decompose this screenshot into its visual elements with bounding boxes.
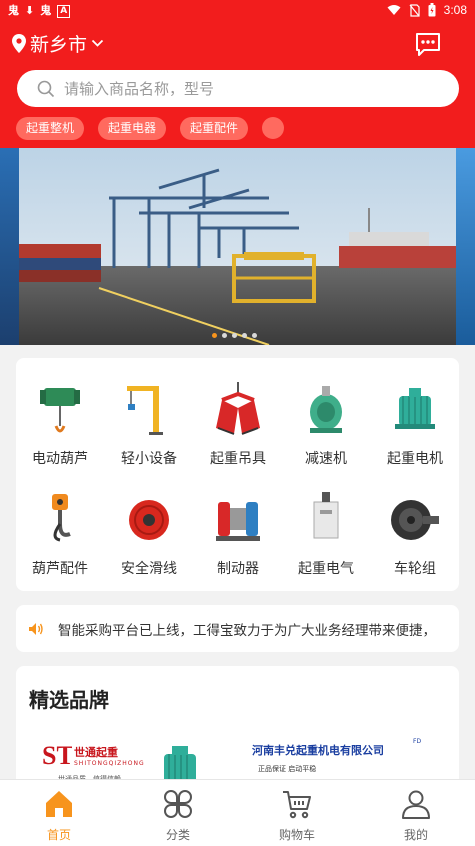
carousel-dot-active[interactable] (212, 333, 217, 338)
tag-more[interactable] (262, 117, 285, 139)
electrical-box-icon (313, 492, 339, 539)
category-lifting-tools[interactable]: 起重吊具 (194, 378, 282, 468)
tab-label: 首页 (46, 828, 71, 842)
app-header: 鬼 ⬇ 鬼 A 3:08 新乡市 请输入商品名称，型号 起重整机 起重电器 起重… (0, 0, 475, 148)
banner-image-port-cranes (19, 148, 456, 345)
banner-prev-slide (0, 148, 19, 345)
search-icon (37, 80, 55, 97)
announcement-bar[interactable]: 智能采购平台已上线，工得宝致力于为广大业务经理带来便捷， (16, 605, 459, 652)
reducer-icon (310, 386, 342, 433)
motor-icon (395, 388, 435, 429)
tab-label: 分类 (165, 828, 190, 842)
banner-carousel[interactable] (0, 148, 475, 345)
jib-crane-icon (127, 386, 163, 435)
brand-slogan: 正品保证 启动平稳 (258, 765, 317, 773)
section-title: 精选品牌 (29, 688, 109, 712)
location-label: 新乡市 (30, 34, 88, 56)
brake-icon (216, 502, 260, 541)
category-brake[interactable]: 制动器 (194, 488, 282, 578)
hook-icon (52, 494, 71, 542)
brand-logo-st: ST (42, 741, 72, 770)
chevron-down-icon (91, 39, 104, 47)
brand-name: 河南丰兑起重机电有限公司 (252, 744, 384, 757)
banner-next-slide (456, 148, 475, 345)
battery-icon (428, 3, 436, 17)
category-label: 葫芦配件 (32, 561, 88, 577)
category-crane-electrical[interactable]: 起重电气 (282, 488, 370, 578)
category-safety-slide-line[interactable]: 安全滑线 (105, 488, 193, 578)
category-hoist-parts[interactable]: 葫芦配件 (16, 488, 104, 578)
message-icon[interactable] (415, 31, 441, 57)
category-wheel-set[interactable]: 车轮组 (371, 488, 459, 578)
tab-label: 我的 (403, 828, 428, 842)
carousel-dot[interactable] (242, 333, 247, 338)
search-placeholder: 请输入商品名称，型号 (64, 80, 215, 98)
status-notification-icon: 鬼 (40, 4, 52, 17)
home-icon (46, 791, 72, 817)
user-icon (402, 790, 430, 819)
brand-name: 世通起重 (74, 746, 118, 759)
tag-crane-electric[interactable]: 起重电器 (98, 117, 167, 140)
cart-icon (283, 791, 311, 819)
category-label: 起重吊具 (210, 451, 266, 467)
category-grid: 电动葫芦 轻小设备 起重吊具 减速机 起重电机 葫芦配件 安全滑线 制动器 起重… (16, 358, 459, 591)
tag-crane-machine[interactable]: 起重整机 (16, 117, 85, 140)
clock: 3:08 (443, 3, 467, 17)
download-icon: ⬇ (25, 4, 35, 17)
quick-tags: 起重整机 起重电器 起重配件 (16, 117, 285, 140)
category-label: 安全滑线 (121, 561, 177, 577)
carousel-indicators (212, 333, 257, 338)
category-label: 减速机 (305, 451, 347, 467)
status-bar: 鬼 ⬇ 鬼 A 3:08 (0, 0, 475, 22)
tab-home[interactable]: 首页 (0, 780, 118, 846)
category-label: 制动器 (217, 561, 259, 577)
carousel-dot[interactable] (222, 333, 227, 338)
category-label: 轻小设备 (121, 451, 177, 467)
announcement-text: 智能采购平台已上线，工得宝致力于为广大业务经理带来便捷， (58, 622, 436, 639)
brand-trademark: FD (413, 738, 422, 745)
text-icon: A (57, 4, 71, 18)
tab-cart[interactable]: 购物车 (238, 780, 356, 846)
tab-profile[interactable]: 我的 (357, 780, 475, 846)
grab-bucket-icon (216, 382, 260, 435)
category-label: 电动葫芦 (32, 451, 88, 467)
category-reducer[interactable]: 减速机 (282, 378, 370, 468)
category-icon (164, 790, 192, 818)
location-selector[interactable]: 新乡市 (12, 30, 104, 57)
category-crane-motor[interactable]: 起重电机 (371, 378, 459, 468)
carousel-dot[interactable] (232, 333, 237, 338)
tab-label: 购物车 (278, 828, 315, 842)
tab-category[interactable]: 分类 (119, 780, 237, 846)
status-notification-icon: 鬼 (8, 4, 19, 17)
electric-hoist-icon (40, 388, 80, 433)
brand-logo-text: ST (42, 741, 72, 770)
carousel-dot[interactable] (252, 333, 257, 338)
bottom-tab-bar: 首页 分类 购物车 我的 (0, 779, 475, 846)
brand-subtitle: SHITONGQIZHONG (74, 760, 145, 767)
category-electric-hoist[interactable]: 电动葫芦 (16, 378, 104, 468)
no-sim-icon (409, 3, 420, 17)
speaker-icon (29, 622, 43, 635)
location-pin-icon (12, 34, 26, 53)
wifi-icon (387, 5, 401, 15)
tag-crane-parts[interactable]: 起重配件 (180, 117, 249, 140)
category-label: 车轮组 (394, 561, 436, 577)
category-label: 起重电机 (387, 451, 443, 467)
wheel-icon (391, 500, 439, 540)
category-light-equipment[interactable]: 轻小设备 (105, 378, 193, 468)
search-bar[interactable]: 请输入商品名称，型号 (17, 70, 459, 107)
category-label: 起重电气 (298, 561, 354, 577)
cable-reel-icon (129, 500, 169, 540)
